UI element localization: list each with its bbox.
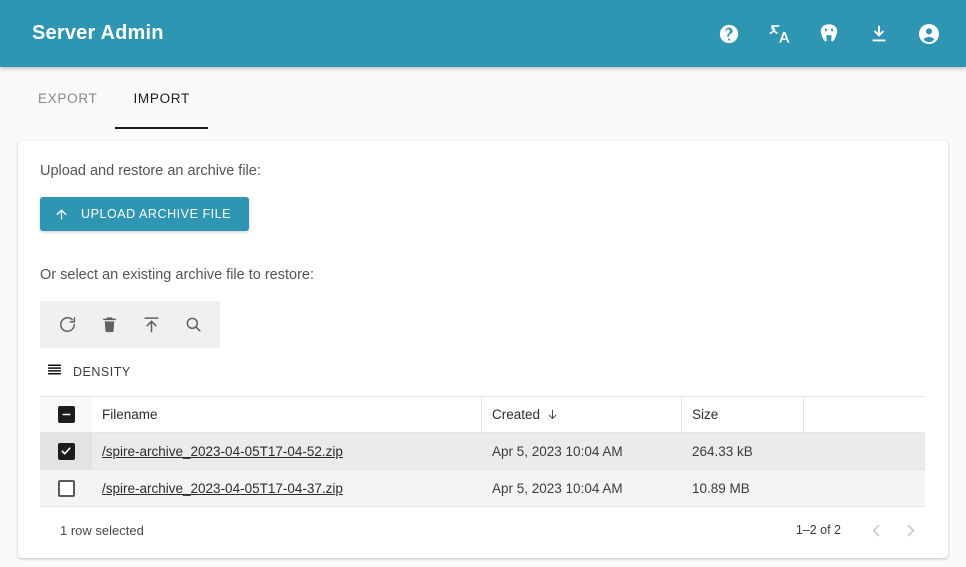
select-archive-heading: Or select an existing archive file to re…: [40, 267, 315, 283]
row-checkbox[interactable]: [57, 479, 75, 497]
app-root: Server Admin EXPORT IMPORT Upload and re…: [0, 0, 966, 567]
column-header-filename[interactable]: Filename: [92, 407, 481, 422]
row-checkbox[interactable]: [57, 442, 75, 460]
cell-created: Apr 5, 2023 10:04 AM: [492, 443, 623, 459]
refresh-icon[interactable]: [52, 310, 82, 340]
restore-upload-icon[interactable]: [136, 310, 166, 340]
import-panel: Upload and restore an archive file: UPLO…: [18, 141, 948, 558]
pagination-range: 1–2 of 2: [795, 523, 841, 537]
tab-import[interactable]: IMPORT: [115, 67, 209, 129]
pagination: 1–2 of 2: [796, 515, 925, 545]
table-footer: 1 row selected 1–2 of 2: [40, 507, 925, 553]
column-header-spacer: [803, 397, 925, 432]
density-icon: [46, 361, 63, 383]
cell-spacer: [803, 470, 925, 506]
import-panel-body: Upload and restore an archive file: UPLO…: [18, 141, 948, 553]
cell-size: 264.33 kB: [692, 443, 753, 459]
density-label: DENSITY: [73, 365, 131, 379]
row-select-cell: [40, 433, 92, 469]
next-page-button[interactable]: [895, 515, 925, 545]
tab-bar: EXPORT IMPORT: [0, 67, 966, 129]
help-icon[interactable]: [714, 19, 744, 49]
cell-filename: /spire-archive_2023-04-05T17-04-52.zip: [92, 444, 481, 459]
cell-filename: /spire-archive_2023-04-05T17-04-37.zip: [92, 481, 481, 496]
column-header-created[interactable]: Created: [481, 397, 681, 432]
archive-table: Filename Created Size /spire-archive_202…: [40, 396, 925, 507]
table-row[interactable]: /spire-archive_2023-04-05T17-04-37.zip A…: [40, 470, 925, 507]
tab-export[interactable]: EXPORT: [20, 67, 115, 129]
upload-archive-file-label: UPLOAD ARCHIVE FILE: [81, 207, 232, 221]
upload-arrow-icon: [54, 207, 69, 222]
upload-heading: Upload and restore an archive file:: [40, 163, 261, 179]
selection-status: 1 row selected: [60, 522, 144, 538]
sort-desc-icon: [546, 408, 559, 421]
file-link[interactable]: /spire-archive_2023-04-05T17-04-52.zip: [102, 444, 343, 459]
cell-created: Apr 5, 2023 10:04 AM: [492, 480, 623, 496]
table-row[interactable]: /spire-archive_2023-04-05T17-04-52.zip A…: [40, 433, 925, 470]
account-icon[interactable]: [914, 19, 944, 49]
grid-toolbar: [40, 301, 220, 348]
select-all-checkbox[interactable]: [57, 406, 75, 423]
select-all-cell: [40, 397, 92, 432]
delete-icon[interactable]: [94, 310, 124, 340]
row-select-cell: [40, 470, 92, 506]
previous-page-button[interactable]: [861, 515, 891, 545]
download-icon[interactable]: [864, 19, 894, 49]
app-bar: Server Admin: [0, 0, 966, 67]
cell-spacer: [803, 433, 925, 469]
density-button[interactable]: DENSITY: [46, 356, 131, 388]
cell-size: 10.89 MB: [692, 480, 750, 496]
search-icon[interactable]: [178, 310, 208, 340]
column-header-created-label: Created: [492, 407, 541, 422]
app-title: Server Admin: [32, 22, 164, 44]
postgresql-icon[interactable]: [814, 19, 844, 49]
translate-icon[interactable]: [764, 19, 794, 49]
file-link[interactable]: /spire-archive_2023-04-05T17-04-37.zip: [102, 481, 343, 496]
table-header-row: Filename Created Size: [40, 397, 925, 433]
appbar-actions: [714, 19, 944, 49]
upload-archive-file-button[interactable]: UPLOAD ARCHIVE FILE: [40, 197, 250, 231]
column-header-size[interactable]: Size: [681, 397, 803, 432]
